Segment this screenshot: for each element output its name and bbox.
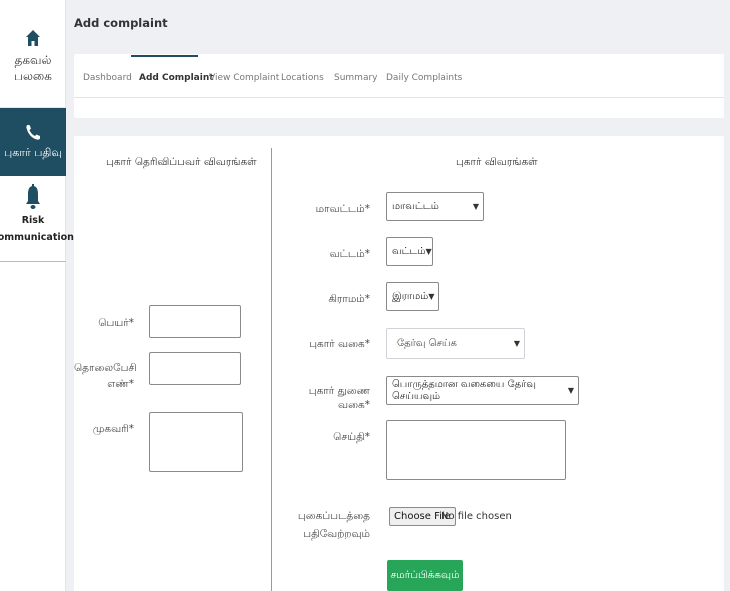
complaint-subtype-select[interactable]: பொருத்தமான வகையை தேர்வு செய்யவும் ▼ (386, 376, 579, 405)
village-label: கிராமம்* (328, 293, 370, 305)
sidebar: தகவல் பலகை புகார் பதிவு Risk communicati… (0, 0, 74, 591)
chevron-down-icon: ▼ (425, 247, 432, 256)
phone-label-line1: தொலைபேசி (74, 362, 137, 374)
sidebar-item-add-complaint[interactable]: புகார் பதிவு (0, 108, 66, 176)
submit-button[interactable]: சமர்ப்பிக்கவும் (387, 560, 463, 591)
complainant-section-title: புகார் தெரிவிப்பவர் விவரங்கள் (106, 156, 257, 168)
tab-add-complaint[interactable]: Add Complaint (139, 73, 214, 83)
address-textarea[interactable] (149, 412, 243, 472)
name-input[interactable] (149, 305, 241, 338)
tab-summary[interactable]: Summary (334, 73, 378, 83)
tab-locations[interactable]: Locations (281, 73, 324, 83)
district-select[interactable]: மாவட்டம் ▼ (386, 192, 484, 221)
tab-bar: Dashboard Add Complaint View Complaint L… (74, 54, 724, 118)
sidebar-item-dashboard-label-2: பலகை (14, 69, 52, 83)
district-select-value: மாவட்டம் (392, 200, 439, 212)
district-label: மாவட்டம்* (315, 203, 370, 215)
tab-daily-complaints[interactable]: Daily Complaints (386, 73, 462, 83)
complaint-type-label: புகார் வகை* (309, 338, 370, 350)
photo-label-line2: பதிவேற்றவும் (303, 528, 370, 540)
address-label: முகவரி* (92, 423, 134, 435)
complaint-form: புகார் தெரிவிப்பவர் விவரங்கள் பெயர்* தொல… (74, 136, 724, 591)
chevron-down-icon: ▼ (428, 292, 435, 301)
tab-dashboard[interactable]: Dashboard (83, 73, 132, 83)
complaint-subtype-select-value: பொருத்தமான வகையை தேர்வு செய்யவும் (392, 378, 536, 402)
page-title: Add complaint (74, 16, 168, 30)
chevron-down-icon: ▼ (567, 386, 574, 395)
complaint-type-select[interactable]: தேர்வு செய்க ▼ (386, 328, 525, 359)
phone-input[interactable] (149, 352, 241, 385)
tab-bar-divider (74, 97, 724, 98)
photo-label-line1: புகைப்படத்தை (297, 510, 370, 522)
message-textarea[interactable] (386, 420, 566, 480)
column-divider (271, 148, 272, 591)
sidebar-item-risk-label-1: Risk (21, 215, 45, 226)
active-tab-indicator (131, 55, 198, 57)
village-select[interactable]: இராமம் ▼ (386, 282, 439, 311)
sidebar-item-dashboard-label-1: தகவல் (14, 53, 52, 67)
tab-view-complaint[interactable]: View Complaint (209, 73, 279, 83)
complaint-type-select-value: தேர்வு செய்க (397, 337, 457, 349)
phone-label-line2: எண்* (107, 378, 134, 390)
file-status: No file chosen (441, 511, 512, 522)
taluk-select[interactable]: வட்டம் ▼ (386, 237, 433, 266)
sidebar-item-dashboard[interactable]: தகவல் பலகை (0, 30, 66, 108)
message-label: செய்தி* (333, 431, 370, 443)
bell-icon (26, 184, 40, 209)
sidebar-item-add-complaint-label: புகார் பதிவு (4, 145, 62, 159)
chevron-down-icon: ▼ (513, 339, 520, 348)
sidebar-item-risk-label-2: communication (0, 232, 74, 243)
phone-icon (26, 124, 40, 140)
name-label: பெயர்* (98, 317, 134, 329)
chevron-down-icon: ▼ (472, 202, 479, 211)
complaint-section-title: புகார் விவரங்கள் (456, 156, 538, 168)
taluk-label: வட்டம்* (329, 248, 370, 260)
complaint-subtype-label: புகார் துணை வகை* (308, 385, 370, 411)
village-select-value: இராமம் (392, 290, 429, 302)
sidebar-item-risk-communication[interactable]: Risk communication (0, 176, 74, 262)
taluk-select-value: வட்டம் (392, 245, 426, 257)
home-icon (26, 30, 40, 46)
